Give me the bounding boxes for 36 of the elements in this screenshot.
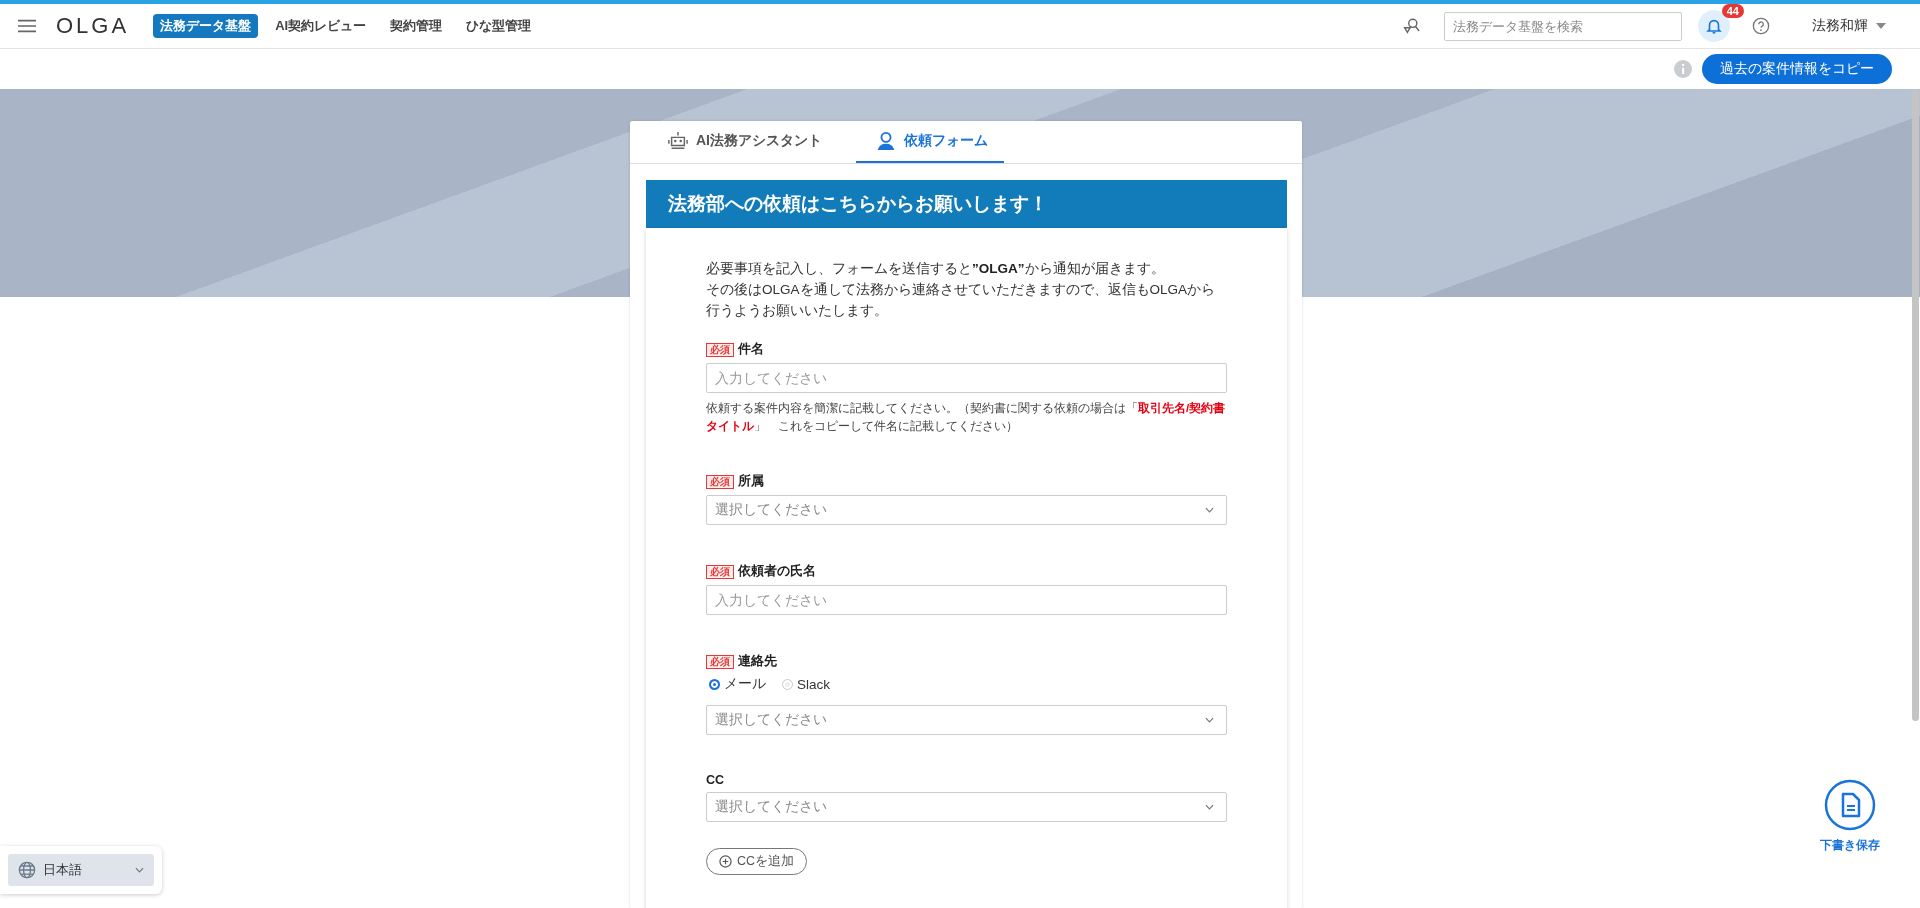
text-field[interactable]: 入力してください (706, 363, 1227, 393)
tab[interactable]: AI法務アシスタント (668, 121, 844, 163)
field-label: 所属 (738, 473, 764, 490)
select-field[interactable]: 選択してください (706, 495, 1227, 525)
save-draft-button[interactable]: 下書き保存 (1820, 779, 1880, 854)
logo[interactable]: OLGA (56, 13, 130, 39)
field-label: CC (706, 773, 725, 787)
field-label: 依頼者の氏名 (738, 563, 816, 580)
field-label: 連絡先 (738, 653, 777, 670)
required-badge: 必須 (706, 654, 734, 669)
copy-button[interactable]: 過去の案件情報をコピー (1702, 54, 1892, 84)
required-badge: 必須 (706, 564, 734, 579)
select-field[interactable]: 選択してください (706, 792, 1227, 822)
intro-text: その後はOLGAを通して法務から連絡させていただきますので、返信もOLGAから行うようお願いいたします。 (706, 281, 1217, 320)
text-field[interactable]: 入力してください (706, 585, 1227, 615)
language-selector[interactable]: 日本語 (8, 854, 154, 886)
required-badge: 必須 (706, 342, 734, 357)
help-text: 依頼する案件内容を簡潔に記載してください。（契約書に関する依頼の場合は「取引先名/契約書タイトル」 これをコピーして件名に記載してください） (706, 401, 1227, 434)
nav-link[interactable]: AI契約レビュー (268, 14, 374, 38)
search-field[interactable]: 法務データ基盤を検索 (1444, 11, 1682, 41)
nav-link[interactable]: ひな型管理 (459, 14, 539, 38)
radio-option[interactable]: Slack (782, 675, 830, 693)
radio-label: Slack (797, 676, 830, 692)
nav-link[interactable]: 法務データ基盤 (153, 14, 259, 38)
notification-badge: 44 (1721, 4, 1744, 18)
user-menu[interactable]: 法務和輝 (1806, 16, 1892, 36)
nav-link[interactable]: 契約管理 (383, 14, 450, 38)
select-field[interactable]: 選択してください (706, 705, 1227, 735)
intro-text: 必要事項を記入し、フォームを送信すると”OLGA”から通知が届きます。 (706, 260, 1166, 278)
tab[interactable]: 依頼フォーム (856, 121, 1004, 163)
radio-label: メール (724, 675, 766, 693)
field-label: 件名 (738, 341, 764, 358)
required-badge: 必須 (706, 474, 734, 489)
add-cc-button[interactable]: CCを追加 (706, 848, 808, 875)
form-title: 法務部への依頼はこちらからお願いします！ (646, 180, 1287, 228)
radio-option[interactable]: メール (709, 675, 766, 693)
